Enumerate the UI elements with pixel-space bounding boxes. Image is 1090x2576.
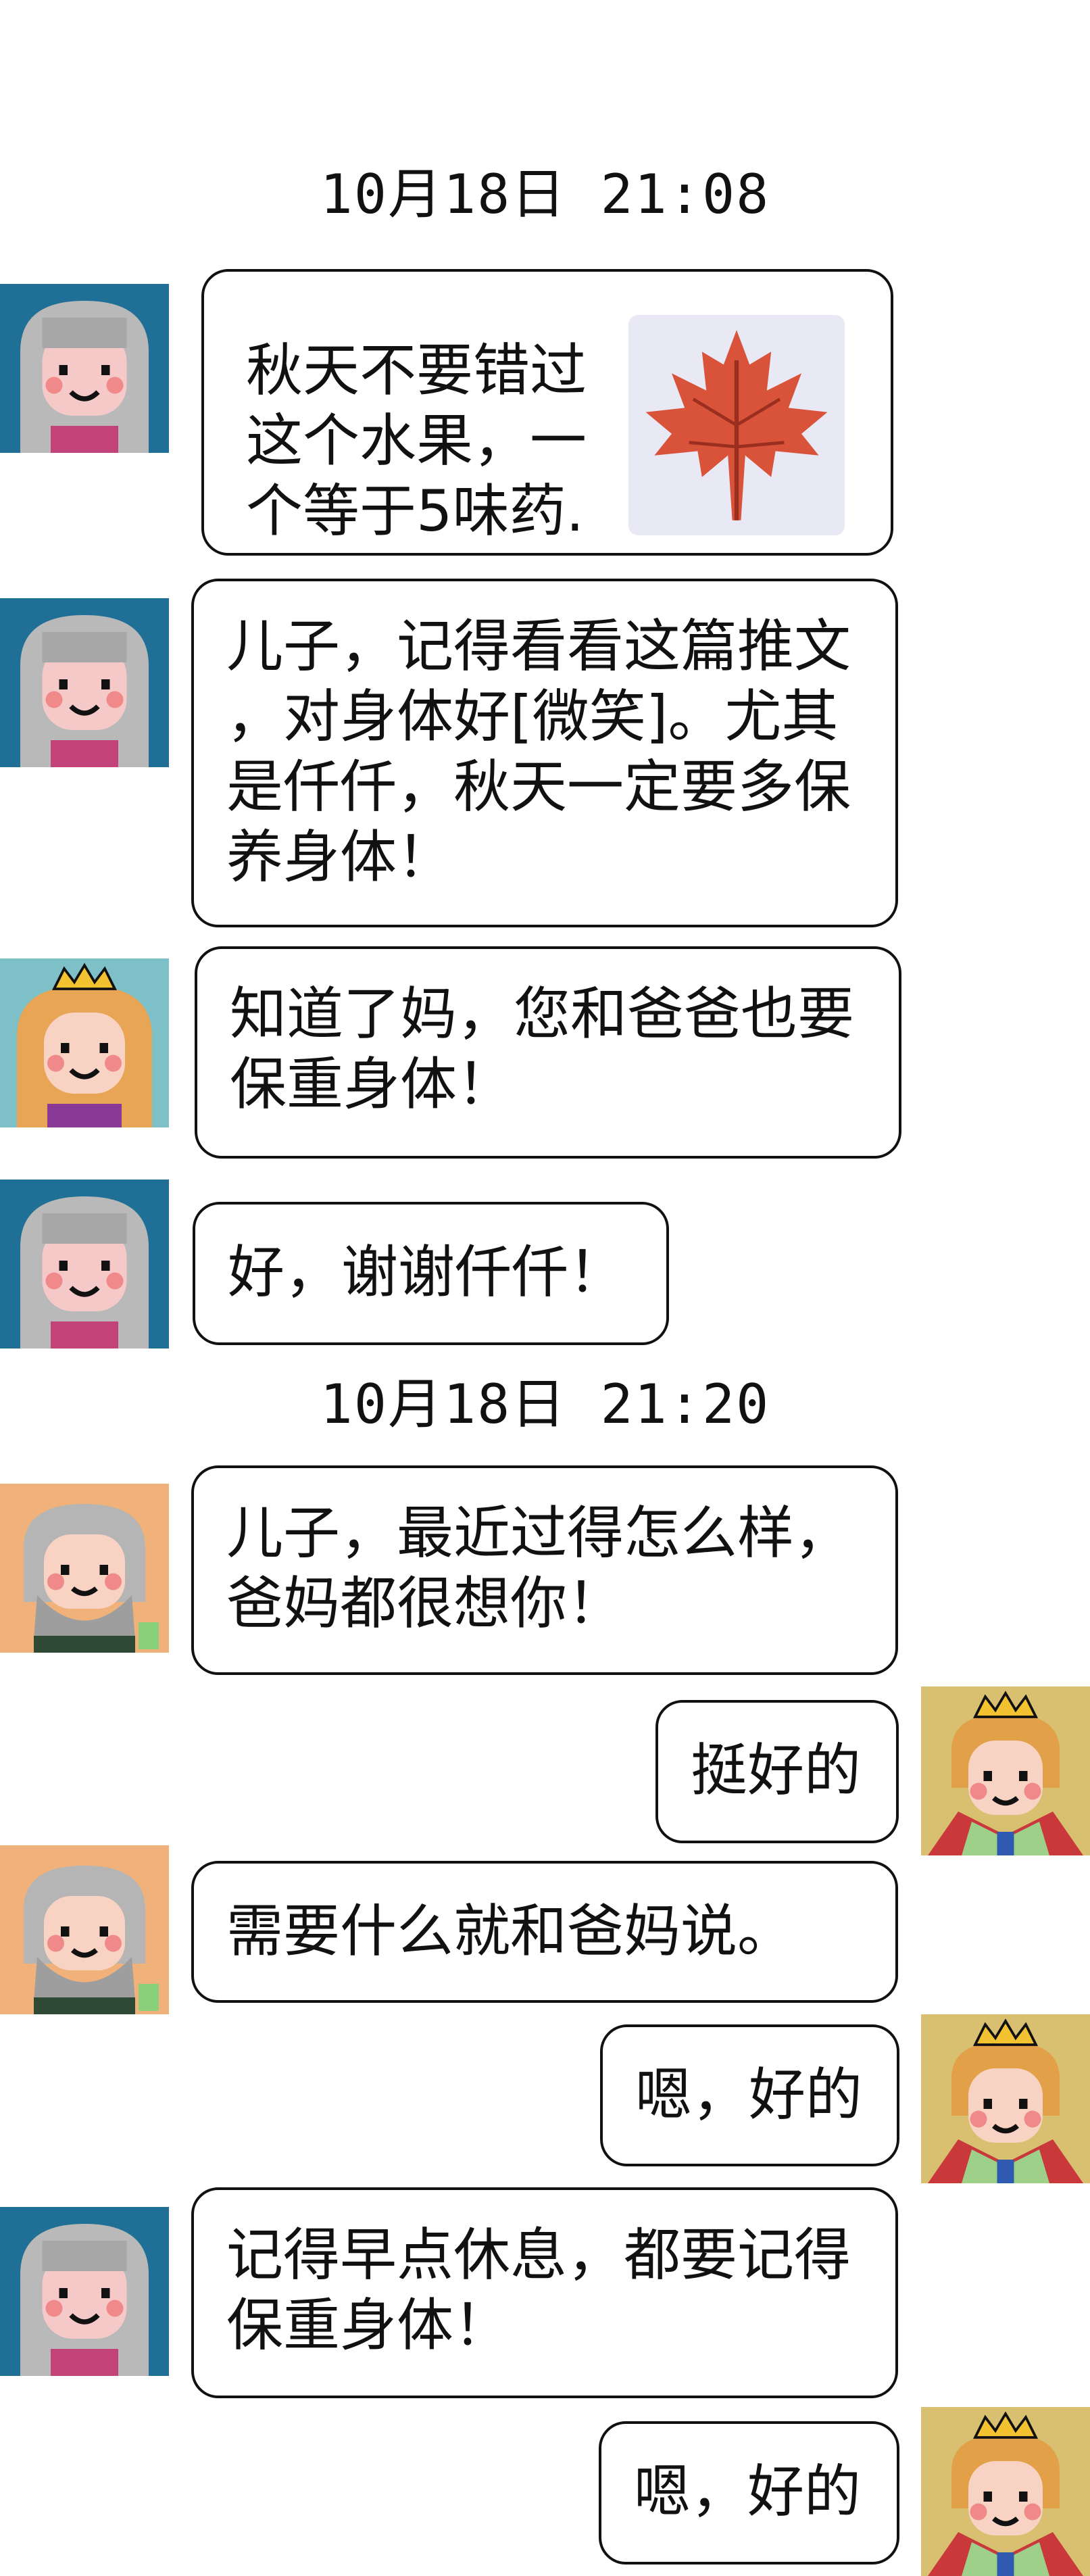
message-bubble[interactable]: 挺好的 xyxy=(655,1700,899,1843)
message-bubble[interactable]: 嗯，好的 xyxy=(600,2024,899,2166)
message-bubble[interactable]: 好，谢谢仟仟！ xyxy=(193,1202,669,1345)
avatar-mom[interactable] xyxy=(0,2207,169,2376)
mom-avatar-icon xyxy=(0,1180,169,1348)
avatar-mom[interactable] xyxy=(0,598,169,767)
avatar-dad[interactable] xyxy=(0,1484,169,1653)
avatar-mom[interactable] xyxy=(0,284,169,453)
avatar-qianqian[interactable] xyxy=(0,958,169,1127)
maple-leaf-icon xyxy=(645,330,828,520)
message-bubble[interactable]: 需要什么就和爸妈说。 xyxy=(191,1861,898,2003)
avatar-dad[interactable] xyxy=(0,1845,169,2014)
timestamp: 10月18日 21:20 xyxy=(320,1373,770,1436)
message-text: 需要什么就和爸妈说。 xyxy=(226,1898,795,1964)
article-thumbnail[interactable] xyxy=(628,315,845,535)
dad-avatar-icon xyxy=(0,1845,169,2014)
message-bubble[interactable]: 知道了妈，您和爸爸也要 保重身体！ xyxy=(195,946,901,1159)
message-text: 儿子，最近过得怎么样， 爸妈都很想你！ xyxy=(226,1500,851,1636)
message-text: 知道了妈，您和爸爸也要 保重身体！ xyxy=(230,981,855,1117)
message-bubble[interactable]: 秋天不要错过 这个水果，一 个等于5味药. xyxy=(201,269,893,556)
qianqian-avatar-icon xyxy=(0,958,169,1127)
son-avatar-icon xyxy=(921,1686,1090,1855)
message-text: 好，谢谢仟仟！ xyxy=(228,1239,626,1305)
timestamp: 10月18日 21:08 xyxy=(320,163,770,226)
message-bubble[interactable]: 儿子，最近过得怎么样， 爸妈都很想你！ xyxy=(191,1465,898,1675)
message-text: 记得早点休息，都要记得 保重身体！ xyxy=(226,2222,851,2358)
mom-avatar-icon xyxy=(0,598,169,767)
avatar-son[interactable] xyxy=(921,1686,1090,1855)
mom-avatar-icon xyxy=(0,284,169,453)
message-text: 嗯，好的 xyxy=(635,2062,863,2128)
son-avatar-icon xyxy=(921,2014,1090,2183)
message-bubble[interactable]: 记得早点休息，都要记得 保重身体！ xyxy=(191,2187,898,2398)
message-text: 挺好的 xyxy=(691,1737,862,1803)
message-text: 儿子，记得看看这篇推文 ，对身体好[微笑]。尤其 是仟仟，秋天一定要多保 养身体… xyxy=(226,613,851,890)
avatar-mom[interactable] xyxy=(0,1180,169,1348)
message-bubble[interactable]: 嗯，好的 xyxy=(599,2421,899,2565)
dad-avatar-icon xyxy=(0,1484,169,1653)
avatar-son[interactable] xyxy=(921,2407,1090,2576)
mom-avatar-icon xyxy=(0,2207,169,2376)
message-text: 嗯，好的 xyxy=(634,2458,862,2525)
son-avatar-icon xyxy=(921,2407,1090,2576)
avatar-son[interactable] xyxy=(921,2014,1090,2183)
message-text: 秋天不要错过 这个水果，一 个等于5味药. xyxy=(246,337,587,544)
message-bubble[interactable]: 儿子，记得看看这篇推文 ，对身体好[微笑]。尤其 是仟仟，秋天一定要多保 养身体… xyxy=(191,579,898,927)
